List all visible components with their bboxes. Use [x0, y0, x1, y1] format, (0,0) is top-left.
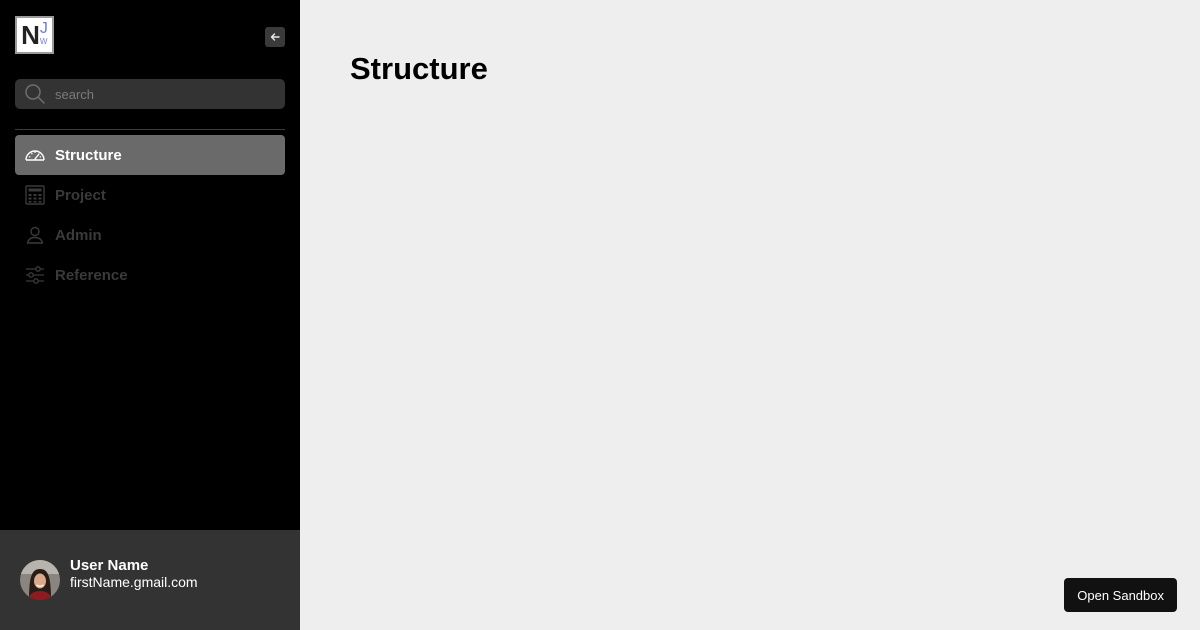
app-logo[interactable]: N J W: [15, 16, 54, 54]
dashboard-gauge-icon: [24, 144, 46, 166]
search-icon: [25, 84, 45, 104]
logo-letter-n: N: [21, 20, 40, 50]
logo-letter-w: W: [39, 37, 48, 46]
arrow-left-icon: [270, 33, 280, 41]
sidebar-divider: [15, 129, 285, 130]
sliders-icon: [24, 264, 46, 286]
main-content: Structure Open Sandbox: [300, 0, 1200, 630]
search-box[interactable]: [15, 79, 285, 109]
sidebar-item-reference[interactable]: Reference: [15, 255, 285, 295]
sidebar-item-admin[interactable]: Admin: [15, 215, 285, 255]
search-input[interactable]: [55, 86, 275, 102]
sidebar-item-structure[interactable]: Structure: [15, 135, 285, 175]
user-info: User Name firstName.gmail.com: [70, 557, 198, 591]
calculator-icon: [24, 184, 46, 206]
collapse-sidebar-button[interactable]: [265, 27, 285, 47]
sidebar-item-label: Admin: [55, 226, 102, 244]
sidebar-item-label: Reference: [55, 266, 128, 284]
user-panel[interactable]: User Name firstName.gmail.com: [0, 530, 300, 630]
open-sandbox-button[interactable]: Open Sandbox: [1064, 578, 1177, 612]
user-name: User Name: [70, 557, 149, 574]
sidebar-nav: Structure Project Admin Reference: [15, 135, 285, 295]
logo-letters-jw: J W: [40, 18, 48, 46]
page-title: Structure: [350, 51, 488, 86]
user-icon: [24, 224, 46, 246]
sidebar-item-label: Structure: [55, 146, 122, 164]
sidebar-item-project[interactable]: Project: [15, 175, 285, 215]
user-email: firstName.gmail.com: [70, 574, 198, 590]
avatar: [20, 560, 60, 600]
sidebar-item-label: Project: [55, 186, 106, 204]
logo-letter-j: J: [39, 20, 48, 37]
sidebar: N J W Structure: [0, 0, 300, 630]
